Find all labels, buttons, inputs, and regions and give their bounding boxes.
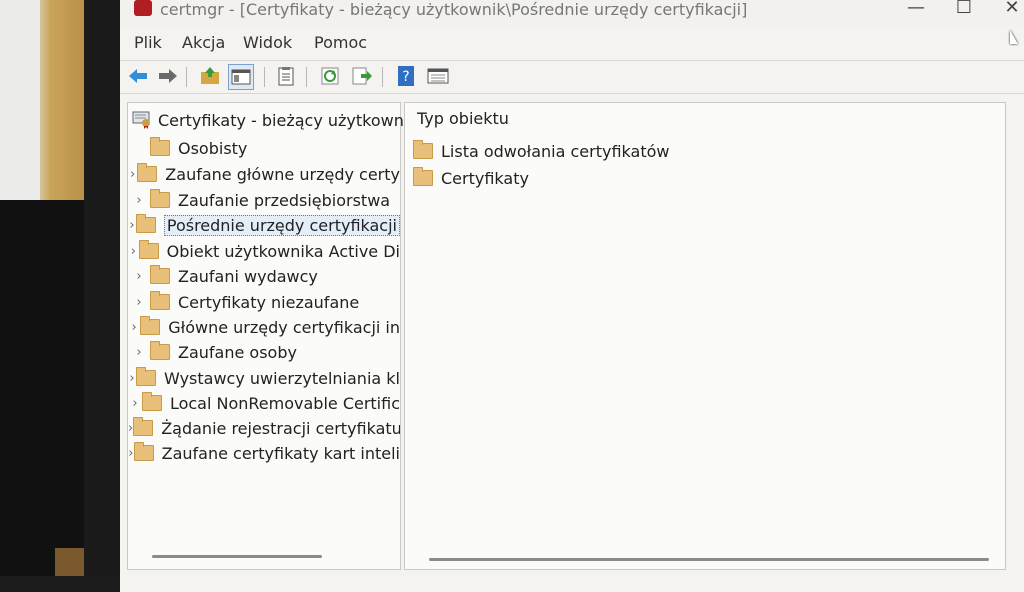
tree-item-zaufane-osoby[interactable]: › Zaufane osoby <box>128 340 400 364</box>
tree-root-label: Certyfikaty - bieżący użytkownik <box>158 110 418 130</box>
minimize-button[interactable]: — <box>894 0 938 22</box>
tree-item-certyfikaty-niezaufane[interactable]: › Certyfikaty niezaufane <box>128 290 400 314</box>
tree-item-label: Obiekt użytkownika Active Di <box>166 241 400 261</box>
export-list-icon[interactable] <box>350 64 374 88</box>
toolbar-separator <box>382 67 383 87</box>
list-item-certyfikaty[interactable]: Certyfikaty <box>413 166 529 190</box>
folder-icon <box>136 367 157 386</box>
tree-item-zaufani-wydawcy[interactable]: › Zaufani wydawcy <box>128 264 400 288</box>
chevron-right-icon[interactable]: › <box>128 320 140 335</box>
tree-item-zaufane-glowne[interactable]: › Zaufane główne urzędy certy <box>128 162 400 186</box>
title-bar: certmgr - [Certyfikaty - bieżący użytkow… <box>120 0 1024 26</box>
chevron-right-icon[interactable]: › <box>128 295 150 310</box>
close-button[interactable]: ✕ <box>990 0 1024 22</box>
toolbar-separator <box>306 67 307 87</box>
chevron-right-icon[interactable]: › <box>128 345 150 360</box>
menu-bar: Plik Akcja Widok Pomoc <box>120 30 1024 56</box>
menu-widok[interactable]: Widok <box>243 33 292 52</box>
tree-item-posrednie-urzedy[interactable]: › Pośrednie urzędy certyfikacji <box>128 213 400 237</box>
tree-item-zaufanie-przedsiebiorstwa[interactable]: › Zaufanie przedsiębiorstwa <box>128 188 400 212</box>
list-item-crl[interactable]: Lista odwołania certyfikatów <box>413 139 669 163</box>
folder-icon <box>133 442 154 461</box>
help-glyph: ? <box>402 69 409 85</box>
console-view-icon[interactable] <box>426 64 450 88</box>
mouse-cursor-icon <box>1010 30 1018 44</box>
tree-item-osobisty[interactable]: › Osobisty <box>128 136 400 160</box>
tree-item-label: Zaufane certyfikaty kart inteli <box>161 443 400 463</box>
menu-pomoc[interactable]: Pomoc <box>314 33 367 52</box>
tree-item-zadanie-rejestracji[interactable]: › Żądanie rejestracji certyfikatu <box>128 416 400 440</box>
chevron-right-icon[interactable]: › <box>128 167 137 182</box>
tree-item-label: Pośrednie urzędy certyfikacji <box>163 214 400 236</box>
refresh-icon[interactable] <box>318 64 342 88</box>
tree-item-label: Certyfikaty niezaufane <box>178 292 360 312</box>
tree-item-label: Zaufane główne urzędy certy <box>165 164 400 184</box>
show-hide-tree-icon[interactable] <box>228 64 254 90</box>
chevron-right-icon[interactable]: › <box>128 371 136 386</box>
tree-item-label: Local NonRemovable Certific <box>169 393 400 413</box>
background-object <box>0 200 84 576</box>
help-icon[interactable]: ? <box>394 64 418 88</box>
tree-root[interactable]: Certyfikaty - bieżący użytkownik <box>132 109 418 131</box>
tree-item-label: Osobisty <box>178 138 248 158</box>
menu-akcja[interactable]: Akcja <box>182 33 225 52</box>
maximize-button[interactable]: ☐ <box>942 0 986 22</box>
chevron-right-icon[interactable]: › <box>128 396 142 411</box>
tree-item-wystawcy-uwierzytelniania[interactable]: › Wystawcy uwierzytelniania kl <box>128 366 400 390</box>
up-folder-icon[interactable] <box>198 64 222 88</box>
folder-icon <box>141 392 162 411</box>
tree-horizontal-scrollbar[interactable] <box>152 555 322 558</box>
chevron-right-icon[interactable]: › <box>128 269 150 284</box>
certmgr-window: certmgr - [Certyfikaty - bieżący użytkow… <box>120 0 1024 592</box>
chevron-right-icon[interactable]: › <box>128 193 150 208</box>
certmgr-app-icon <box>134 0 152 16</box>
console-tree-pane: Certyfikaty - bieżący użytkownik › Osobi… <box>127 102 418 570</box>
tree-item-label: Zaufani wydawcy <box>178 266 318 286</box>
tree-item-glowne-urzedy-innych[interactable]: › Główne urzędy certyfikacji in <box>128 315 400 339</box>
tree-item-karty-inteligentne[interactable]: › Zaufane certyfikaty kart inteli <box>128 441 400 465</box>
toolbar-separator <box>186 67 187 87</box>
folder-icon <box>138 240 159 259</box>
certificates-root-icon <box>132 111 150 129</box>
folder-icon <box>413 140 433 159</box>
folder-icon <box>150 291 170 310</box>
back-arrow-icon[interactable] <box>126 64 150 88</box>
folder-icon <box>150 265 170 284</box>
results-horizontal-scrollbar[interactable] <box>429 558 989 561</box>
tree-item-label: Wystawcy uwierzytelniania kl <box>164 368 400 388</box>
window-title: certmgr - [Certyfikaty - bieżący użytkow… <box>160 0 748 19</box>
menu-plik[interactable]: Plik <box>134 33 162 52</box>
tree-item-label: Żądanie rejestracji certyfikatu <box>161 418 400 438</box>
results-pane: Typ obiektu Lista odwołania certyfikatów… <box>404 102 1006 570</box>
forward-arrow-icon[interactable] <box>156 64 180 88</box>
folder-icon <box>133 417 154 436</box>
chevron-right-icon[interactable]: › <box>128 218 136 233</box>
list-item-label: Lista odwołania certyfikatów <box>441 141 670 161</box>
folder-icon <box>150 137 170 156</box>
tree-item-local-nonremovable[interactable]: › Local NonRemovable Certific <box>128 391 400 415</box>
toolbar: ? <box>120 60 1024 94</box>
expander-blank: › <box>128 141 150 156</box>
folder-icon <box>150 189 170 208</box>
background-wall-light <box>0 0 40 200</box>
folder-icon <box>135 214 156 233</box>
folder-icon <box>413 167 433 186</box>
folder-icon <box>140 316 161 335</box>
chevron-right-icon[interactable]: › <box>128 244 139 259</box>
tree-item-label: Zaufanie przedsiębiorstwa <box>178 190 391 210</box>
folder-icon <box>137 163 158 182</box>
properties-icon[interactable] <box>274 64 298 88</box>
tree-item-label: Główne urzędy certyfikacji in <box>168 317 400 337</box>
folder-icon <box>150 341 170 360</box>
list-item-label: Certyfikaty <box>441 168 529 188</box>
tree-item-label: Zaufane osoby <box>178 342 297 362</box>
chevron-right-icon[interactable]: › <box>128 446 134 461</box>
column-header-typ-obiektu[interactable]: Typ obiektu <box>417 109 509 128</box>
tree-item-active-directory[interactable]: › Obiekt użytkownika Active Di <box>128 239 400 263</box>
toolbar-separator <box>264 67 265 87</box>
